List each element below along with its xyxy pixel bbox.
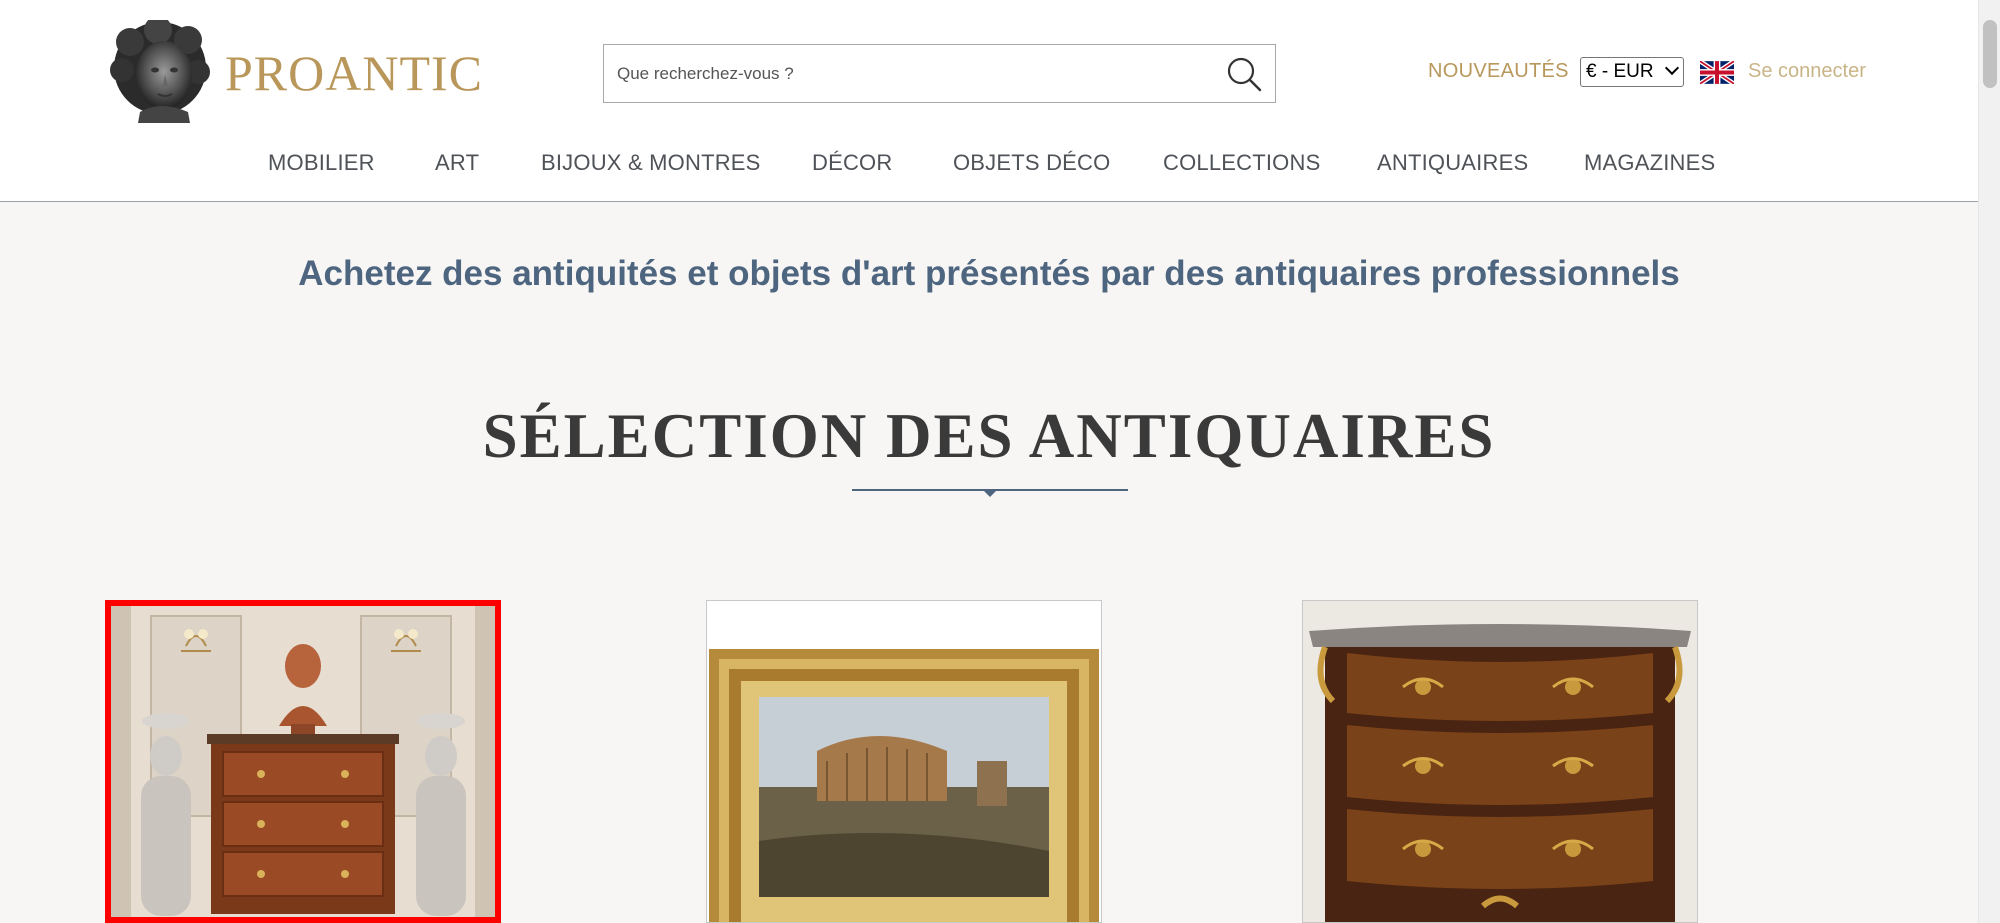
product-card-commode-busts[interactable] <box>105 600 501 923</box>
hero-tagline: Achetez des antiquités et objets d'art p… <box>298 254 1680 293</box>
main-nav: MOBILIER ART BIJOUX & MONTRES DÉCOR OBJE… <box>0 150 1978 180</box>
search-input[interactable] <box>604 45 1204 102</box>
nav-item-mobilier[interactable]: MOBILIER <box>268 150 375 176</box>
nav-item-decor[interactable]: DÉCOR <box>812 150 892 176</box>
logo-bust-icon[interactable] <box>110 16 210 123</box>
nav-item-magazines[interactable]: MAGAZINES <box>1584 150 1715 176</box>
title-divider-tip <box>983 490 997 497</box>
uk-flag-icon[interactable] <box>1698 59 1736 86</box>
marquetry-commode-image <box>1303 601 1697 922</box>
colosseum-painting-image <box>707 601 1101 922</box>
magnifier-icon <box>1227 57 1262 92</box>
login-link[interactable]: Se connecter <box>1748 60 1866 83</box>
page: PROANTIC NOUVEAUTÉS € - EUR <box>0 0 1978 923</box>
product-card-marquetry-commode[interactable] <box>1302 600 1698 923</box>
nav-item-antiquaires[interactable]: ANTIQUAIRES <box>1377 150 1528 176</box>
section-title: SÉLECTION DES ANTIQUAIRES <box>482 401 1496 471</box>
nav-item-collections[interactable]: COLLECTIONS <box>1163 150 1320 176</box>
search-button[interactable] <box>1225 55 1263 93</box>
nav-item-bijoux-montres[interactable]: BIJOUX & MONTRES <box>541 150 761 176</box>
commode-busts-image <box>111 606 495 917</box>
chevron-down-icon <box>1664 60 1680 76</box>
nav-item-art[interactable]: ART <box>435 150 479 176</box>
site-header: PROANTIC NOUVEAUTÉS € - EUR <box>0 0 1978 202</box>
currency-select[interactable]: € - EUR <box>1580 57 1684 87</box>
logo-text[interactable]: PROANTIC <box>225 44 483 102</box>
page-scrollbar[interactable] <box>1978 0 2000 923</box>
scrollbar-thumb[interactable] <box>1983 20 1997 88</box>
nav-item-objets-deco[interactable]: OBJETS DÉCO <box>953 150 1110 176</box>
nouveautes-link[interactable]: NOUVEAUTÉS <box>1428 60 1569 83</box>
search-bar <box>603 44 1276 103</box>
product-card-colosseum-painting[interactable] <box>706 600 1102 923</box>
currency-selected-value: € - EUR <box>1586 61 1654 82</box>
